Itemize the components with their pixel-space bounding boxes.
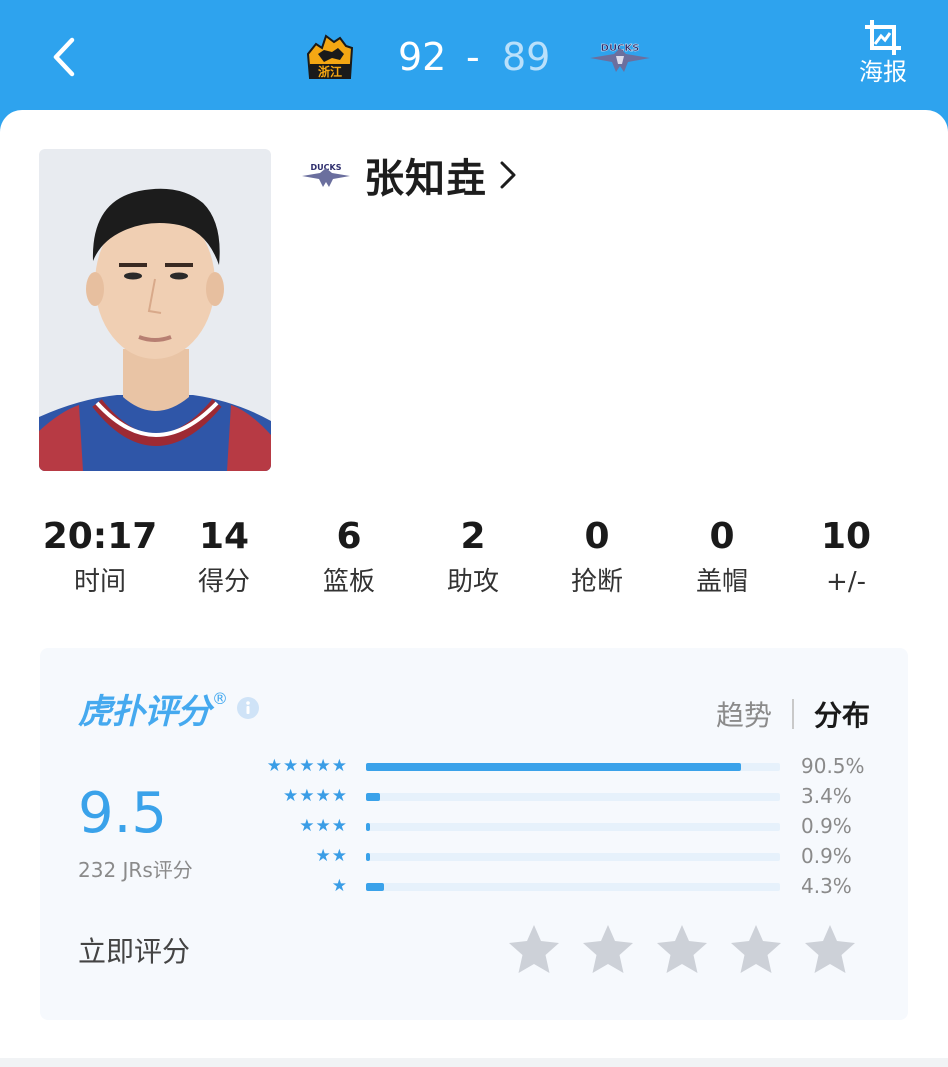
distribution-bar (366, 853, 370, 861)
stat-value: 6 (336, 516, 362, 557)
section-divider (0, 1058, 948, 1067)
distribution-track (366, 823, 780, 831)
stat-blocks: 0 盖帽 (660, 514, 784, 600)
chevron-left-icon (53, 37, 75, 77)
rating-tabs: 趋势 分布 (716, 694, 870, 734)
poster-label: 海报 (859, 58, 907, 86)
beijing-ducks-logo[interactable]: DUCKS (588, 40, 652, 74)
game-header: 浙江 92 - 89 DUCKS 海报 (0, 0, 948, 112)
distribution-track (366, 853, 780, 861)
stat-label: +/- (826, 567, 866, 597)
hupu-rating-brand: 虎扑评分 ® (78, 686, 260, 732)
distribution-bar (366, 883, 384, 891)
stat-value: 20:17 (42, 516, 158, 557)
registered-mark: ® (212, 688, 228, 708)
stat-label: 篮板 (322, 567, 375, 597)
stat-value: 10 (820, 516, 872, 557)
tab-distribution[interactable]: 分布 (814, 694, 870, 734)
star-level-icons: ★★★★★ (266, 756, 348, 776)
stat-label: 盖帽 (695, 567, 748, 597)
star-1-icon[interactable] (506, 922, 562, 978)
stat-value: 14 (198, 516, 250, 557)
stat-label: 助攻 (446, 567, 499, 597)
stat-value: 0 (584, 516, 610, 557)
stat-value: 2 (460, 516, 486, 557)
stat-steals: 0 抢断 (535, 514, 659, 600)
info-icon[interactable] (236, 696, 260, 720)
star-level-icons: ★★★ (299, 816, 348, 836)
vote-count: 232 JRs评分 (78, 858, 193, 882)
stat-value: 0 (709, 516, 735, 557)
stat-label: 时间 (73, 567, 126, 597)
player-rating-page: 浙江 92 - 89 DUCKS 海报 (0, 0, 948, 1067)
svg-text:浙江: 浙江 (318, 64, 342, 79)
tab-trend[interactable]: 趋势 (716, 694, 772, 734)
distribution-track (366, 793, 780, 801)
stat-label: 抢断 (570, 567, 623, 597)
star-3-icon[interactable] (654, 922, 710, 978)
star-2-icon[interactable] (580, 922, 636, 978)
image-crop-icon (865, 20, 901, 55)
rate-star-picker (506, 922, 866, 982)
stat-time: 20:17 时间 (38, 514, 162, 600)
zhejiang-lions-logo[interactable]: 浙江 (302, 32, 356, 82)
away-score: 89 (502, 35, 551, 79)
distribution-percent: 4.3% (801, 874, 852, 898)
distribution-bar (366, 793, 381, 801)
average-score: 9.5 (78, 781, 168, 846)
distribution-bar (366, 823, 370, 831)
player-card: DUCKS 张知垚 20:17 时间 14 得分 6 篮板 2 助攻 0 抢断 … (0, 110, 948, 1067)
distribution-row-5: ★★★★★ 90.5% (240, 752, 880, 782)
brand-title: 虎扑评分 (78, 691, 211, 732)
star-level-icons: ★★★★ (283, 786, 348, 806)
distribution-percent: 90.5% (801, 754, 865, 778)
star-4-icon[interactable] (728, 922, 784, 978)
stat-assists: 2 助攻 (411, 514, 535, 600)
chevron-right-icon (500, 161, 516, 189)
stat-plus-minus: 10 +/- (784, 514, 908, 600)
distribution-percent: 3.4% (801, 784, 852, 808)
player-stats: 20:17 时间 14 得分 6 篮板 2 助攻 0 抢断 0 盖帽 10 +/… (38, 514, 910, 614)
player-name: 张知垚 (364, 156, 487, 202)
player-name-link[interactable]: DUCKS 张知垚 (300, 150, 519, 202)
stat-label: 得分 (197, 567, 250, 597)
distribution-percent: 0.9% (801, 814, 852, 838)
distribution-row-3: ★★★ 0.9% (240, 812, 880, 842)
distribution-track (366, 883, 780, 891)
beijing-ducks-logo: DUCKS (302, 163, 350, 187)
player-headshot (39, 149, 271, 471)
star-5-icon[interactable] (802, 922, 858, 978)
tab-divider (791, 699, 794, 729)
back-button[interactable] (44, 32, 88, 82)
poster-button[interactable]: 海报 (852, 18, 914, 94)
distribution-row-4: ★★★★ 3.4% (240, 782, 880, 812)
stat-points: 14 得分 (162, 514, 286, 600)
score-separator: - (466, 35, 480, 79)
distribution-row-1: ★ 4.3% (240, 872, 880, 902)
star-level-icons: ★ (331, 876, 348, 896)
stat-rebounds: 6 篮板 (287, 514, 411, 600)
distribution-row-2: ★★ 0.9% (240, 842, 880, 872)
distribution-percent: 0.9% (801, 844, 852, 868)
hupu-rating-panel: 虎扑评分 ® 趋势 分布 9.5 232 JRs评分 ★★★★★ 90.5% ★… (40, 648, 908, 1020)
distribution-track (366, 763, 780, 771)
distribution-bar (366, 763, 741, 771)
rate-now-label: 立即评分 (78, 935, 191, 968)
star-level-icons: ★★ (315, 846, 348, 866)
home-score: 92 (398, 35, 447, 79)
